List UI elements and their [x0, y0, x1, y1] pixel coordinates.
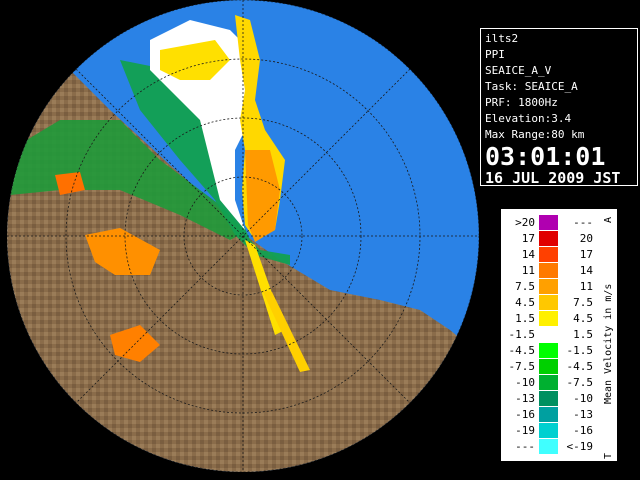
legend-high-value: -1.5 [566, 344, 594, 357]
scan-date: 16 JUL 2009 JST [485, 169, 621, 187]
legend-high-value: -4.5 [566, 360, 594, 373]
legend-low-value: >20 [515, 216, 535, 229]
prf-value: PRF: 1800Hz [485, 96, 558, 109]
legend-low-value: -7.5 [508, 360, 536, 373]
legend-low-value: 11 [521, 264, 535, 277]
legend-low-value: -1.5 [508, 328, 536, 341]
legend-low-value: 1.5 [515, 312, 535, 325]
legend-high-value: 14 [579, 264, 593, 277]
legend-low-value: -13 [515, 392, 535, 405]
legend-color-swatch [539, 391, 558, 406]
legend-color-swatch [539, 263, 558, 278]
legend-high-value: -13 [573, 408, 593, 421]
field-name: SEAICE_A_V [485, 64, 552, 77]
legend-color-swatch [539, 343, 558, 358]
legend-color-swatch [539, 359, 558, 374]
radar-ppi-display [0, 0, 480, 480]
legend-color-swatch [539, 279, 558, 294]
legend-low-value: -16 [515, 408, 535, 421]
legend-high-value: 4.5 [573, 312, 593, 325]
legend-bottom-marker: T [603, 452, 614, 459]
legend-color-swatch [539, 247, 558, 262]
legend-high-value: <-19 [566, 440, 594, 453]
legend-color-swatch [539, 231, 558, 246]
legend-low-value: 14 [521, 248, 535, 261]
legend-title: Mean Velocity in m/s [603, 283, 614, 404]
legend-high-value: --- [573, 216, 593, 229]
legend-high-value: 7.5 [573, 296, 593, 309]
product-type: PPI [485, 48, 505, 61]
elevation-value: Elevation:3.4 [485, 112, 572, 125]
task-name: Task: SEAICE_A [485, 80, 578, 93]
legend-low-value: 17 [521, 232, 535, 245]
legend-color-swatch [539, 423, 558, 438]
legend-high-value: -7.5 [566, 376, 594, 389]
info-panel: ilts2 PPI SEAICE_A_V Task: SEAICE_A PRF:… [480, 28, 638, 187]
legend-low-value: -19 [515, 424, 535, 437]
site-name: ilts2 [485, 32, 519, 45]
legend-high-value: 20 [579, 232, 593, 245]
legend-color-swatch [539, 375, 558, 390]
legend-color-swatch [539, 439, 558, 454]
legend-color-swatch [539, 327, 558, 342]
legend-low-value: -10 [515, 376, 535, 389]
legend-low-value: 4.5 [515, 296, 535, 309]
legend-high-value: 11 [579, 280, 593, 293]
legend-low-value: -4.5 [508, 344, 536, 357]
legend-high-value: -10 [573, 392, 593, 405]
legend-color-swatch [539, 215, 558, 230]
legend-top-marker: A [603, 216, 614, 223]
legend-low-value: --- [515, 440, 535, 453]
velocity-legend: >20 --- 17 20 14 17 11 14 7.5 11 4.5 7.5 1.5 4.5 -1.5 1… [500, 208, 618, 462]
scan-time: 03:01:01 [485, 142, 606, 171]
legend-color-swatch [539, 407, 558, 422]
legend-color-swatch [539, 295, 558, 310]
legend-high-value: 17 [579, 248, 593, 261]
legend-low-value: 7.5 [515, 280, 535, 293]
legend-high-value: 1.5 [573, 328, 593, 341]
max-range-value: Max Range:80 km [485, 128, 585, 141]
legend-high-value: -16 [573, 424, 593, 437]
legend-color-swatch [539, 311, 558, 326]
